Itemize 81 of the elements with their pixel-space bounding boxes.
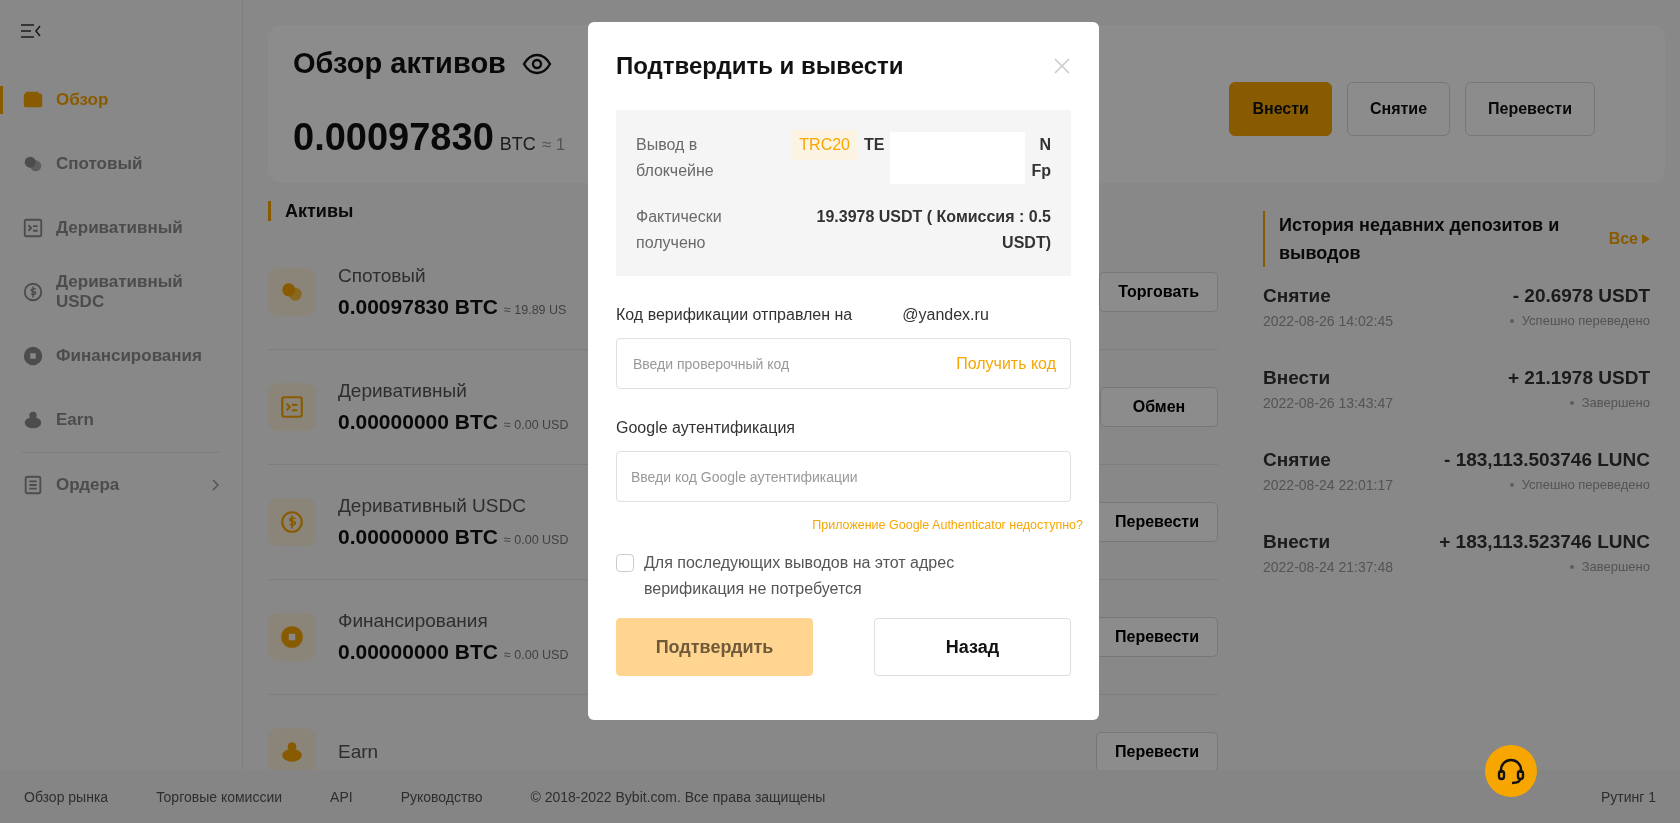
sidebar-item[interactable]: Спотовый bbox=[0, 132, 242, 196]
checkbox-label: Для последующих выводов на этот адрес верификация не потребуется bbox=[644, 553, 956, 599]
authenticator-help-link[interactable]: Приложение Google Authenticator недоступно? bbox=[812, 518, 1083, 532]
sidebar-item[interactable]: Финансирования bbox=[0, 324, 242, 388]
asset-approx-value: ≈ 19.89 US bbox=[503, 303, 567, 317]
asset-name: Финансирования bbox=[338, 610, 488, 632]
transaction-type: Внести bbox=[1263, 531, 1332, 553]
asset-action-button[interactable]: Перевести bbox=[1096, 617, 1218, 657]
asset-amount: 0.00000000 BTC bbox=[338, 640, 498, 664]
sidebar-item-icon bbox=[22, 345, 44, 367]
transaction-amount: + 21.1978 USDT bbox=[1507, 367, 1650, 389]
menu-icon[interactable] bbox=[20, 22, 42, 40]
asset-icon bbox=[268, 728, 316, 770]
deposit-button[interactable]: Внести bbox=[1229, 82, 1332, 136]
copyright-text: © 2018-2022 Bybit.com. Все права защищены bbox=[530, 788, 826, 805]
asset-amount: 0.00097830 BTC bbox=[338, 295, 498, 319]
asset-name: Earn bbox=[338, 741, 379, 763]
asset-amount: 0.00000000 BTC bbox=[338, 525, 498, 549]
status-dot bbox=[1569, 564, 1574, 569]
address-text: N bbox=[1038, 136, 1051, 154]
transaction-amount: + 183,113.523746 LUNC bbox=[1439, 531, 1650, 553]
route-label: Рутинг 1 bbox=[1600, 788, 1656, 805]
asset-action-button[interactable]: Обмен bbox=[1100, 387, 1218, 427]
transaction-amount: - 20.6978 USDT bbox=[1512, 285, 1650, 307]
total-balance: 0.00097830 bbox=[293, 116, 494, 159]
asset-approx-value: ≈ 0.00 USD bbox=[503, 418, 569, 432]
footer-link[interactable]: Торговые комиссии bbox=[156, 788, 283, 805]
transaction-type: Снятие bbox=[1263, 285, 1332, 307]
action-button[interactable]: Снятие bbox=[1346, 82, 1451, 136]
footer-link[interactable]: API bbox=[330, 788, 353, 805]
get-code-link[interactable]: Получить код bbox=[956, 354, 1056, 373]
sidebar-item-icon bbox=[22, 409, 44, 431]
eye-icon[interactable] bbox=[521, 52, 552, 75]
address-text: TE bbox=[864, 136, 885, 154]
history-title: История недавних депозитов и выводов bbox=[1263, 211, 1579, 267]
email-text: @yandex.ru bbox=[902, 306, 989, 324]
status-dot bbox=[1569, 400, 1574, 405]
sidebar-item-icon bbox=[22, 473, 44, 496]
footer-link[interactable]: Руководство bbox=[400, 788, 483, 805]
asset-icon bbox=[268, 498, 316, 546]
dialog-title: Подтвердить и вывести bbox=[616, 52, 904, 80]
address-text: Fp bbox=[1031, 162, 1051, 180]
transaction-type: Внести bbox=[1263, 367, 1332, 389]
asset-icon bbox=[268, 613, 316, 661]
action-button[interactable]: Перевести bbox=[1465, 82, 1595, 136]
summary-label: Вывод в блокчейне bbox=[636, 135, 715, 181]
sidebar-item[interactable]: Earn bbox=[0, 388, 242, 452]
asset-approx-value: ≈ 0.00 USD bbox=[503, 533, 569, 547]
sidebar-item[interactable]: Деривативный USDC bbox=[0, 260, 242, 324]
asset-icon bbox=[268, 383, 316, 431]
back-button[interactable]: Назад bbox=[874, 618, 1071, 676]
approx-value: ≈ 1 bbox=[541, 135, 566, 155]
asset-amount: 0.00000000 BTC bbox=[338, 410, 498, 434]
asset-name: Деривативный USDC bbox=[338, 495, 526, 517]
asset-approx-value: ≈ 0.00 USD bbox=[503, 648, 569, 662]
transaction-type: Снятие bbox=[1263, 449, 1332, 471]
sidebar-item-icon bbox=[22, 217, 44, 239]
asset-name: Спотовый bbox=[338, 265, 426, 287]
sidebar-item-icon bbox=[22, 281, 44, 303]
transaction-amount: - 183,113.503746 LUNC bbox=[1444, 449, 1650, 471]
footer-link[interactable]: Обзор рынка bbox=[24, 788, 109, 805]
currency-label: BTC bbox=[499, 134, 536, 155]
triangle-right-icon bbox=[1642, 234, 1650, 244]
verification-label: Код верификации отправлен на bbox=[616, 306, 853, 324]
support-headset-button[interactable] bbox=[1485, 745, 1537, 797]
checkbox[interactable] bbox=[616, 554, 634, 572]
network-tag: TRC20 bbox=[791, 130, 858, 160]
asset-action-button[interactable]: Перевести bbox=[1096, 502, 1218, 542]
google-code-field[interactable]: Введи код Google аутентификации bbox=[616, 451, 1071, 502]
asset-name: Деривативный bbox=[338, 380, 467, 402]
sidebar-item[interactable]: Деривативный bbox=[0, 196, 242, 260]
status-dot bbox=[1509, 318, 1514, 323]
sidebar-item[interactable]: Ордера bbox=[22, 452, 220, 516]
verification-code-field[interactable]: Введи проверочный код Получить код bbox=[616, 338, 1071, 389]
asset-action-button[interactable]: Торговать bbox=[1099, 272, 1218, 312]
asset-icon bbox=[268, 268, 316, 316]
status-dot bbox=[1509, 482, 1514, 487]
overview-title: Обзор активов bbox=[293, 47, 506, 80]
asset-action-button[interactable]: Перевести bbox=[1096, 732, 1218, 770]
chevron-right-icon bbox=[210, 477, 220, 492]
google-auth-label: Google аутентификация bbox=[616, 419, 797, 437]
